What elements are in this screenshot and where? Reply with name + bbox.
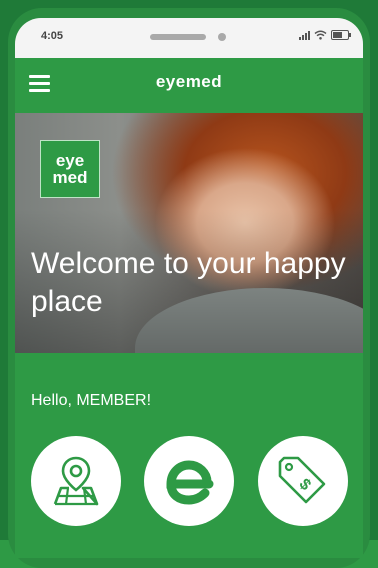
offers-button[interactable]: $ [258,436,348,526]
svg-text:$: $ [296,476,314,494]
app-screen: 4:05 eyemed eye med Welcome to your happ… [15,18,363,558]
hero-logo-badge: eye med [40,140,100,198]
price-tag-icon: $ [278,456,326,504]
signal-icon [299,30,310,40]
map-pin-icon [53,456,99,506]
wifi-icon [314,30,327,40]
battery-icon [331,30,351,40]
status-icons [299,30,351,40]
front-camera [218,33,226,41]
eyemed-benefits-button[interactable] [144,436,234,526]
app-header: eyemed [15,58,363,113]
hero-banner: eye med Welcome to your happy place [15,113,363,353]
hero-title: Welcome to your happy place [31,247,346,318]
badge-line-2: med [52,168,88,187]
member-greeting: Hello, MEMBER! [31,392,152,409]
eyemed-e-icon [166,460,214,505]
status-time: 4:05 [41,30,64,42]
header-logo: eyemed [155,72,223,91]
badge-line-1: eye [55,151,85,170]
status-bar: 4:05 [15,18,363,58]
find-provider-button[interactable] [31,436,121,526]
speaker-grille [150,34,206,40]
